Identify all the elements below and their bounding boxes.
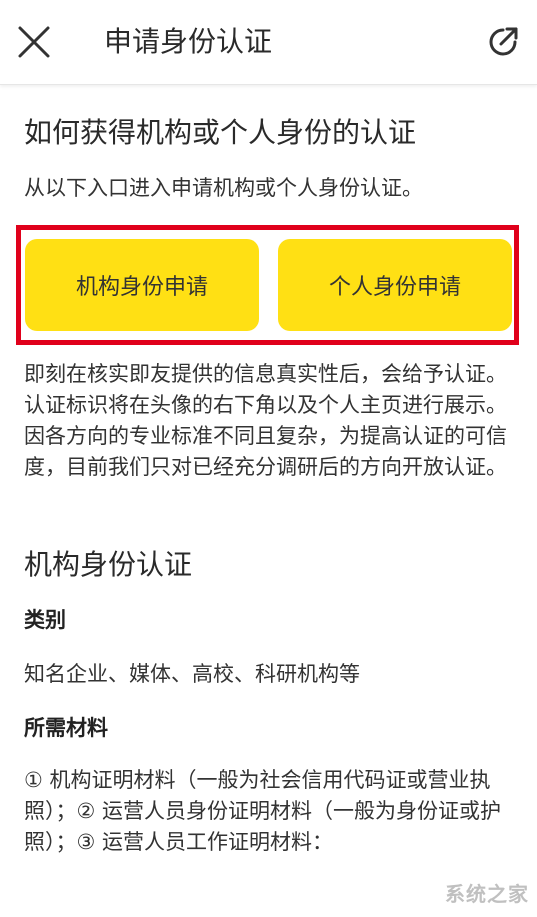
personal-apply-button[interactable]: 个人身份申请 bbox=[278, 239, 512, 331]
description-paragraph: 即刻在核实即友提供的信息真实性后，会给予认证。认证标识将在头像的右下角以及个人主… bbox=[24, 362, 507, 479]
org-apply-button[interactable]: 机构身份申请 bbox=[25, 239, 259, 331]
materials-label: 所需材料 bbox=[24, 716, 108, 740]
close-button[interactable] bbox=[10, 18, 58, 66]
apply-buttons-highlight: 机构身份申请 个人身份申请 bbox=[16, 225, 519, 345]
share-icon bbox=[489, 27, 518, 56]
category-text: 知名企业、媒体、高校、科研机构等 bbox=[24, 662, 360, 686]
page-title: 申请身份认证 bbox=[104, 25, 273, 58]
intro-text: 从以下入口进入申请机构或个人身份认证。 bbox=[24, 176, 423, 200]
watermark: 系统之家 bbox=[445, 882, 529, 906]
category-label: 类别 bbox=[24, 608, 66, 632]
close-icon bbox=[18, 26, 50, 58]
share-button[interactable] bbox=[479, 18, 527, 66]
org-section-title: 机构身份认证 bbox=[24, 548, 193, 581]
main-content: 如何获得机构或个人身份的认证 从以下入口进入申请机构或个人身份认证。 机构身份申… bbox=[0, 115, 537, 858]
materials-text: ① 机构证明材料（一般为社会信用代码证或营业执照）；② 运营人员身份证明材料（一… bbox=[24, 768, 501, 854]
section-title: 如何获得机构或个人身份的认证 bbox=[24, 116, 417, 149]
top-bar: 申请身份认证 bbox=[0, 0, 537, 85]
